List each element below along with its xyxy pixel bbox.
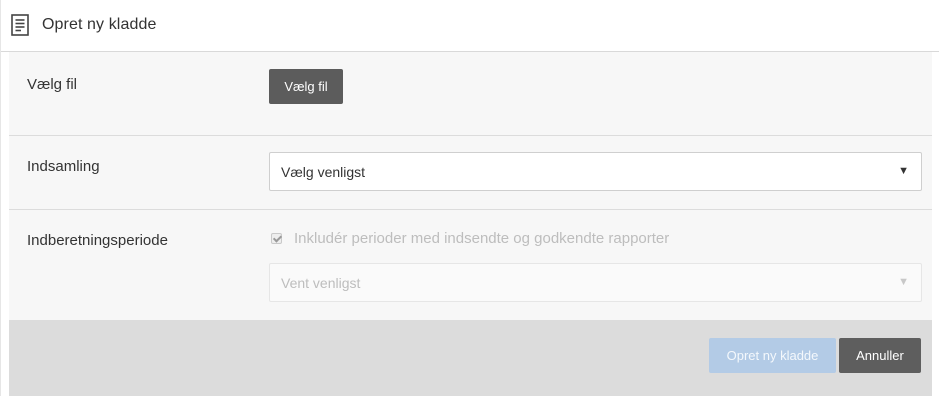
period-label: Indberetningsperiode	[27, 232, 168, 249]
period-select-value: Vent venligst	[281, 275, 361, 291]
file-label: Vælg fil	[27, 76, 78, 93]
choose-file-button[interactable]: Vælg fil	[269, 69, 343, 104]
dialog-header: Opret ny kladde	[1, 0, 939, 52]
create-draft-dialog: Opret ny kladde Vælg fil Vælg fil Indsam…	[0, 0, 939, 396]
collection-select-value: Vælg venligst	[281, 164, 366, 180]
file-row: Vælg fil Vælg fil	[9, 52, 932, 136]
collection-select[interactable]: Vælg venligst ▼	[269, 152, 922, 191]
include-periods-checkbox[interactable]	[271, 233, 282, 244]
dialog-body: Vælg fil Vælg fil Indsamling Vælg venlig…	[9, 52, 932, 320]
dialog-footer: Opret ny kladde Annuller	[9, 320, 932, 396]
period-select[interactable]: Vent venligst ▼	[269, 263, 922, 302]
collection-label: Indsamling	[27, 158, 100, 175]
include-periods-option: Inkludér perioder med indsendte og godke…	[271, 230, 669, 247]
dialog-title: Opret ny kladde	[42, 16, 157, 33]
caret-down-icon: ▼	[898, 165, 909, 177]
caret-down-icon: ▼	[898, 276, 909, 288]
document-icon	[11, 14, 31, 38]
cancel-button[interactable]: Annuller	[839, 338, 921, 373]
create-draft-button[interactable]: Opret ny kladde	[709, 338, 836, 373]
collection-row: Indsamling Vælg venligst ▼	[9, 136, 932, 210]
period-row: Indberetningsperiode Inkludér perioder m…	[9, 210, 932, 320]
include-periods-label: Inkludér perioder med indsendte og godke…	[294, 230, 670, 247]
